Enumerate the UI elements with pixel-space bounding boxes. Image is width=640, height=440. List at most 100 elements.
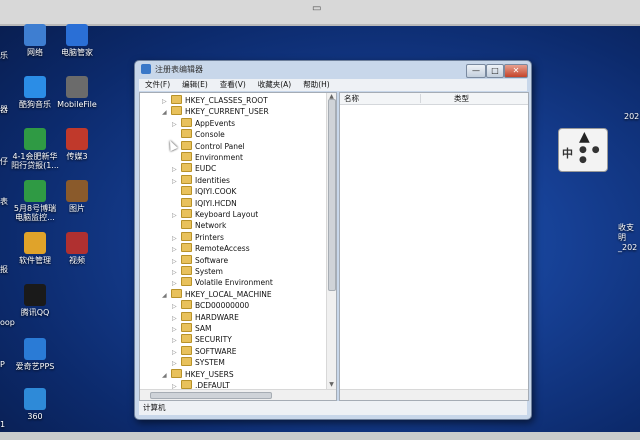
desktop-app-icon [66,232,88,254]
folder-icon [181,197,192,207]
tree-node-label: HKEY_LOCAL_MACHINE [185,289,272,299]
tree-node[interactable]: ▷ Keyboard Layout [172,209,258,220]
tree-node[interactable]: ▷ HKEY_CLASSES_ROOT [162,95,268,106]
tree-node[interactable]: ◢ HKEY_USERS [162,368,234,381]
tree-vertical-scrollbar[interactable]: ▲ ▼ [326,93,336,389]
expand-arrow-icon[interactable]: ▷ [172,244,180,255]
scroll-down-arrow-icon[interactable]: ▼ [328,381,335,388]
desktop-icon[interactable]: 爱奇艺PPS [6,338,64,371]
expand-arrow-icon[interactable]: ▷ [172,358,180,369]
cropped-desktop-label: P [0,360,5,369]
desktop-app-icon [24,76,46,98]
expand-arrow-icon[interactable]: ▷ [172,233,180,244]
regedit-app-icon [141,64,151,74]
desktop-icon[interactable]: 360 [6,388,64,421]
minimize-button[interactable]: — [466,64,486,78]
title-bar[interactable]: 注册表编辑器 — □ ✕ [135,61,531,78]
window-title: 注册表编辑器 [155,65,203,74]
expand-arrow-icon[interactable]: ◢ [162,107,170,118]
tree-node[interactable]: ▷ Control Panel [172,140,245,152]
tree-horizontal-scrollbar[interactable] [140,389,336,400]
tree-node[interactable]: ▷ SAM [172,323,212,334]
tree-node[interactable]: Console [172,129,225,140]
bezel-mark: ▭ [312,3,322,14]
expand-arrow-icon[interactable]: ▷ [172,313,180,324]
tree-node[interactable]: ▷ EUDC [172,163,216,174]
expand-arrow-icon[interactable]: ▷ [172,256,180,267]
tree-node[interactable]: IQIYI.HCDN [172,197,237,209]
desktop-icon[interactable]: 图片 [48,180,106,213]
status-path: 计算机 [143,403,166,412]
desktop-icon[interactable]: 腾讯QQ [6,284,64,317]
values-list[interactable]: 名称 类型 [339,92,529,401]
expand-arrow-icon[interactable]: ▷ [172,210,180,221]
folder-icon [181,357,192,367]
expand-arrow-icon[interactable]: ▷ [172,278,180,289]
column-divider[interactable] [420,94,421,103]
menu-file[interactable]: 文件(F) [145,80,170,89]
tree-node[interactable]: ▷ Volatile Environment [172,277,273,288]
close-button[interactable]: ✕ [504,64,528,78]
tree-node[interactable]: ▷ Identities [172,174,230,187]
tree-node[interactable]: ▷ BCD00000000 [172,300,249,311]
maximize-button[interactable]: □ [486,64,504,78]
tree-node-label: SYSTEM [195,358,225,368]
menu-help[interactable]: 帮助(H) [303,80,330,89]
tree-node[interactable]: Environment [172,152,243,163]
desktop-icon-label: MobileFile [57,100,97,109]
folder-icon [181,163,192,173]
tree-node[interactable]: ▷ HARDWARE [172,311,239,324]
tree-node[interactable]: ▷ SYSTEM [172,357,225,368]
ime-toolbar[interactable]: ▲ 中 ● ● ● [558,128,608,172]
list-horizontal-scrollbar[interactable] [340,389,528,400]
expand-arrow-icon[interactable]: ▷ [172,301,180,312]
tree-node[interactable]: ▷ RemoteAccess [172,243,250,254]
desktop-icon-label: 360 [27,412,43,421]
expand-arrow-icon[interactable]: ▷ [172,164,180,175]
tree-node[interactable]: ◢ HKEY_LOCAL_MACHINE [162,288,272,301]
tree-scroll-thumb[interactable] [328,99,336,291]
tree-hscroll-thumb[interactable] [150,392,272,399]
expand-arrow-icon[interactable]: ▷ [172,324,180,335]
cropped-desktop-label: 表 [0,197,8,206]
cropped-desktop-label: 器 [0,105,8,114]
ime-language-label[interactable]: 中 [562,145,573,161]
expand-arrow-icon[interactable]: ▷ [172,335,180,346]
expand-arrow-icon[interactable]: ▷ [172,267,180,278]
tree-node[interactable]: Network [172,220,226,231]
desktop-icon[interactable]: 电脑管家 [48,24,106,57]
tree-node[interactable]: ▷ Software [172,254,228,267]
menu-favorites[interactable]: 收藏夹(A) [258,80,291,89]
tree-node[interactable]: ▷ AppEvents [172,117,235,130]
column-type-header[interactable]: 类型 [454,93,469,104]
menu-edit[interactable]: 编辑(E) [182,80,208,89]
expand-arrow-icon[interactable]: ◢ [162,290,170,301]
tree-node-label: HARDWARE [195,312,239,322]
menu-view[interactable]: 查看(V) [220,80,246,89]
tree-node-label: Identities [195,175,230,185]
tree-node[interactable]: ▷ SOFTWARE [172,345,237,358]
monitor-bezel-top: ▭ [0,0,640,26]
expand-arrow-icon[interactable]: ▷ [172,347,180,358]
folder-icon [181,380,192,389]
desktop-icon[interactable]: 视频 [48,232,106,265]
desktop-icon[interactable]: 传媒3 [48,128,106,161]
desktop-app-icon [24,338,46,360]
column-name-header[interactable]: 名称 [344,93,359,104]
tree-node[interactable]: ▷ SECURITY [172,334,232,345]
desktop-icon[interactable]: MobileFile [48,76,106,109]
cropped-desktop-label: 1 [0,420,6,429]
tree-node-label: Keyboard Layout [195,210,259,219]
expand-arrow-icon[interactable]: ▷ [172,119,180,130]
tree-node[interactable]: ◢ HKEY_CURRENT_USER [162,106,269,117]
expand-arrow-icon[interactable]: ▷ [162,96,170,107]
expand-arrow-icon[interactable]: ▷ [172,176,180,187]
registry-editor-window[interactable]: 注册表编辑器 — □ ✕ 文件(F) 编辑(E) 查看(V) 收藏夹(A) 帮助(H) … [134,60,532,420]
registry-tree[interactable]: ▷ HKEY_CLASSES_ROOT ◢ HKEY_CURRENT_USER ▷ App… [139,92,337,401]
desktop-app-icon [66,76,88,98]
tree-node[interactable]: IQIYI.COOK [172,186,236,197]
tree-node[interactable]: ▷ Printers [172,231,224,244]
folder-icon [181,209,192,218]
tree-node[interactable]: ▷ System [172,266,223,277]
expand-arrow-icon[interactable]: ◢ [162,370,170,381]
